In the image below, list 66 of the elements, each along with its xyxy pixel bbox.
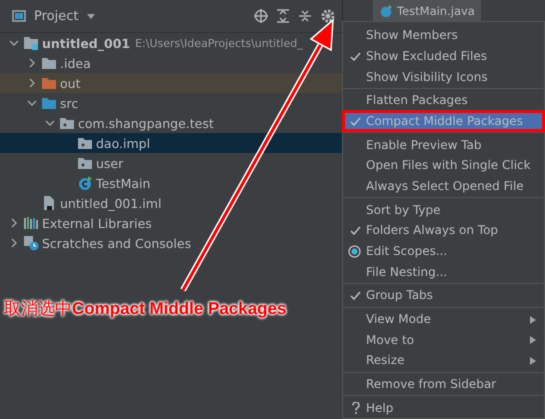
tree-item-label: External Libraries bbox=[42, 216, 152, 230]
menu-item[interactable]: View Mode bbox=[343, 308, 544, 330]
menu-item[interactable]: Show Members bbox=[343, 25, 544, 46]
tree-row[interactable]: External Libraries bbox=[0, 213, 342, 233]
tree-row[interactable]: out bbox=[0, 73, 342, 93]
menu-item[interactable]: Folders Always on Top bbox=[343, 220, 544, 241]
locate-icon[interactable] bbox=[254, 9, 268, 23]
tree-row[interactable]: TestMain bbox=[0, 173, 342, 193]
menu-item[interactable]: Flatten Packages bbox=[343, 90, 544, 111]
collapse-all-icon[interactable] bbox=[298, 9, 312, 23]
menu-item[interactable]: Open Files with Single Click bbox=[343, 155, 544, 176]
menu-item[interactable]: Show Visibility Icons bbox=[343, 66, 544, 88]
panel-title[interactable]: Project bbox=[34, 8, 78, 24]
menu-item[interactable]: File Nesting... bbox=[343, 261, 544, 282]
tree-item-label: com.shangpange.test bbox=[78, 116, 214, 130]
menu-item[interactable]: Move to bbox=[343, 329, 544, 350]
tree-row[interactable]: untitled_001.iml bbox=[0, 193, 342, 213]
tree-item-label: out bbox=[60, 76, 80, 90]
package-icon bbox=[77, 155, 93, 171]
tree-item-label: .idea bbox=[60, 56, 91, 70]
tree-item-label: untitled_001 bbox=[42, 36, 130, 50]
tree-row[interactable]: user bbox=[0, 153, 342, 173]
expand-all-icon[interactable] bbox=[276, 9, 290, 23]
settings-icon[interactable] bbox=[320, 8, 336, 24]
package-icon bbox=[59, 115, 75, 131]
tree-item-label: dao.impl bbox=[96, 136, 150, 150]
tree-row[interactable]: Scratches and Consoles bbox=[0, 233, 342, 253]
menu-item[interactable]: Always Select Opened File bbox=[343, 176, 544, 196]
submenu-arrow-icon bbox=[530, 357, 536, 365]
dropdown-caret-icon[interactable] bbox=[86, 11, 96, 21]
tree-row[interactable]: untitled_001 E:\Users\IdeaProjects\untitled_ bbox=[0, 33, 342, 53]
tree-item-label: Scratches and Consoles bbox=[42, 236, 192, 250]
submenu-arrow-icon bbox=[530, 316, 536, 324]
file-icon bbox=[41, 195, 57, 211]
tree-item-label: src bbox=[60, 96, 78, 110]
class-icon bbox=[379, 4, 393, 18]
menu-item[interactable]: Help bbox=[343, 397, 544, 418]
tree-row[interactable]: src bbox=[0, 93, 342, 113]
tree-item-label: user bbox=[96, 156, 124, 170]
menu-item[interactable]: Enable Preview Tab bbox=[343, 134, 544, 155]
tree-row[interactable]: dao.impl bbox=[0, 133, 342, 153]
package-icon bbox=[77, 135, 93, 151]
menu-item[interactable]: Group Tabs bbox=[343, 285, 544, 306]
menu-item[interactable]: Resize bbox=[343, 350, 544, 371]
class-icon bbox=[77, 175, 93, 191]
libraries-icon bbox=[23, 215, 39, 231]
menu-item[interactable]: Remove from Sidebar bbox=[343, 374, 544, 394]
menu-item[interactable]: Show Excluded Files bbox=[343, 46, 544, 66]
module-icon bbox=[23, 35, 39, 51]
folder-icon bbox=[41, 95, 57, 111]
window-icon bbox=[12, 9, 26, 23]
folder-icon bbox=[41, 75, 57, 91]
editor-tab[interactable]: TestMain.java bbox=[373, 0, 481, 22]
tree-item-label: untitled_001.iml bbox=[60, 196, 162, 210]
project-path: E:\Users\IdeaProjects\untitled_ bbox=[135, 36, 303, 50]
tree-row[interactable]: com.shangpange.test bbox=[0, 113, 342, 133]
tab-label: TestMain.java bbox=[397, 4, 475, 18]
submenu-arrow-icon bbox=[530, 336, 536, 344]
scratches-icon bbox=[23, 235, 39, 251]
tree-item-label: TestMain bbox=[96, 176, 150, 190]
annotation-caption: 取消选中Compact Middle Packages bbox=[4, 298, 286, 320]
help-icon bbox=[352, 402, 360, 414]
menu-item[interactable]: Edit Scopes... bbox=[343, 240, 544, 262]
tree-row[interactable]: .idea bbox=[0, 53, 342, 73]
menu-item[interactable]: Sort by Type bbox=[343, 199, 544, 220]
folder-icon bbox=[41, 55, 57, 71]
